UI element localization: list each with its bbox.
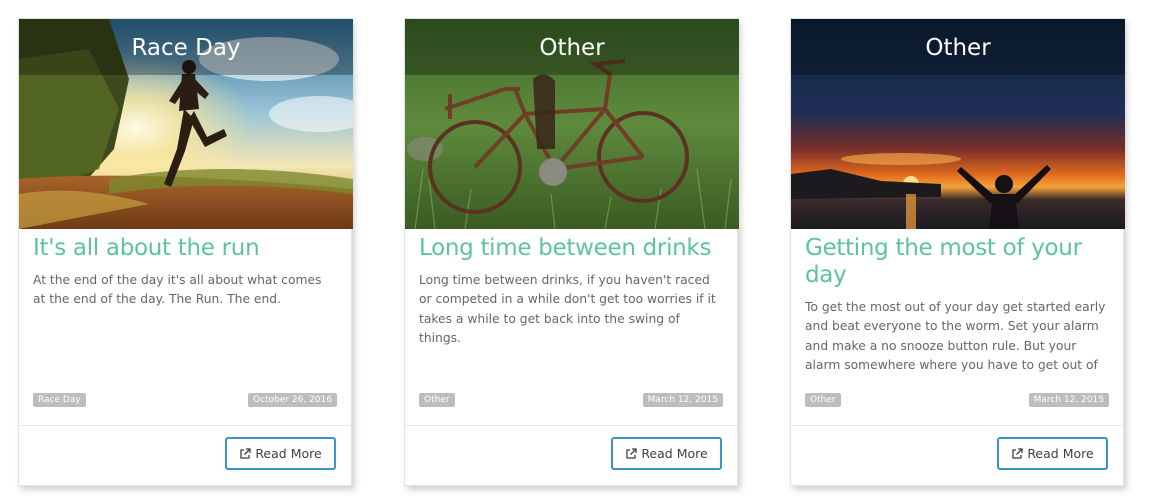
category-tag[interactable]: Other (805, 393, 841, 407)
card-body: Getting the most of your day To get the … (805, 235, 1109, 378)
image-category-label: Other (791, 19, 1125, 75)
read-more-label: Read More (255, 446, 322, 461)
read-more-label: Read More (641, 446, 708, 461)
read-more-button[interactable]: Read More (225, 437, 336, 470)
post-image[interactable]: Other (405, 19, 739, 229)
post-title[interactable]: It's all about the run (33, 235, 337, 262)
card-divider (19, 425, 351, 426)
read-more-button[interactable]: Read More (997, 437, 1108, 470)
read-more-label: Read More (1027, 446, 1094, 461)
post-excerpt: To get the most out of your day get star… (805, 300, 1106, 378)
category-tag[interactable]: Race Day (33, 393, 86, 407)
post-image[interactable]: Race Day (19, 19, 353, 229)
card-divider (791, 425, 1123, 426)
external-link-icon (1012, 447, 1023, 459)
post-excerpt: At the end of the day it's all about wha… (33, 273, 322, 307)
external-link-icon (240, 447, 251, 459)
external-link-icon (626, 447, 637, 459)
post-excerpt: Long time between drinks, if you haven't… (419, 273, 716, 345)
image-category-label: Other (405, 19, 739, 75)
post-card: Race Day It's all about the run At the e… (18, 18, 353, 486)
post-date: October 26, 2016 (248, 393, 337, 407)
card-body: It's all about the run At the end of the… (33, 235, 337, 310)
image-category-label: Race Day (19, 19, 353, 75)
post-title[interactable]: Getting the most of your day (805, 235, 1109, 289)
read-more-button[interactable]: Read More (611, 437, 722, 470)
category-tag[interactable]: Other (419, 393, 455, 407)
post-card: Other Long time between drinks Long time… (404, 18, 739, 486)
post-date: March 12, 2015 (642, 393, 723, 407)
post-image[interactable]: Other (791, 19, 1125, 229)
card-divider (405, 425, 737, 426)
post-date: March 12, 2015 (1028, 393, 1109, 407)
card-body: Long time between drinks Long time betwe… (419, 235, 723, 348)
post-card: Other Getting the most of your day To ge… (790, 18, 1125, 486)
post-title[interactable]: Long time between drinks (419, 235, 723, 262)
